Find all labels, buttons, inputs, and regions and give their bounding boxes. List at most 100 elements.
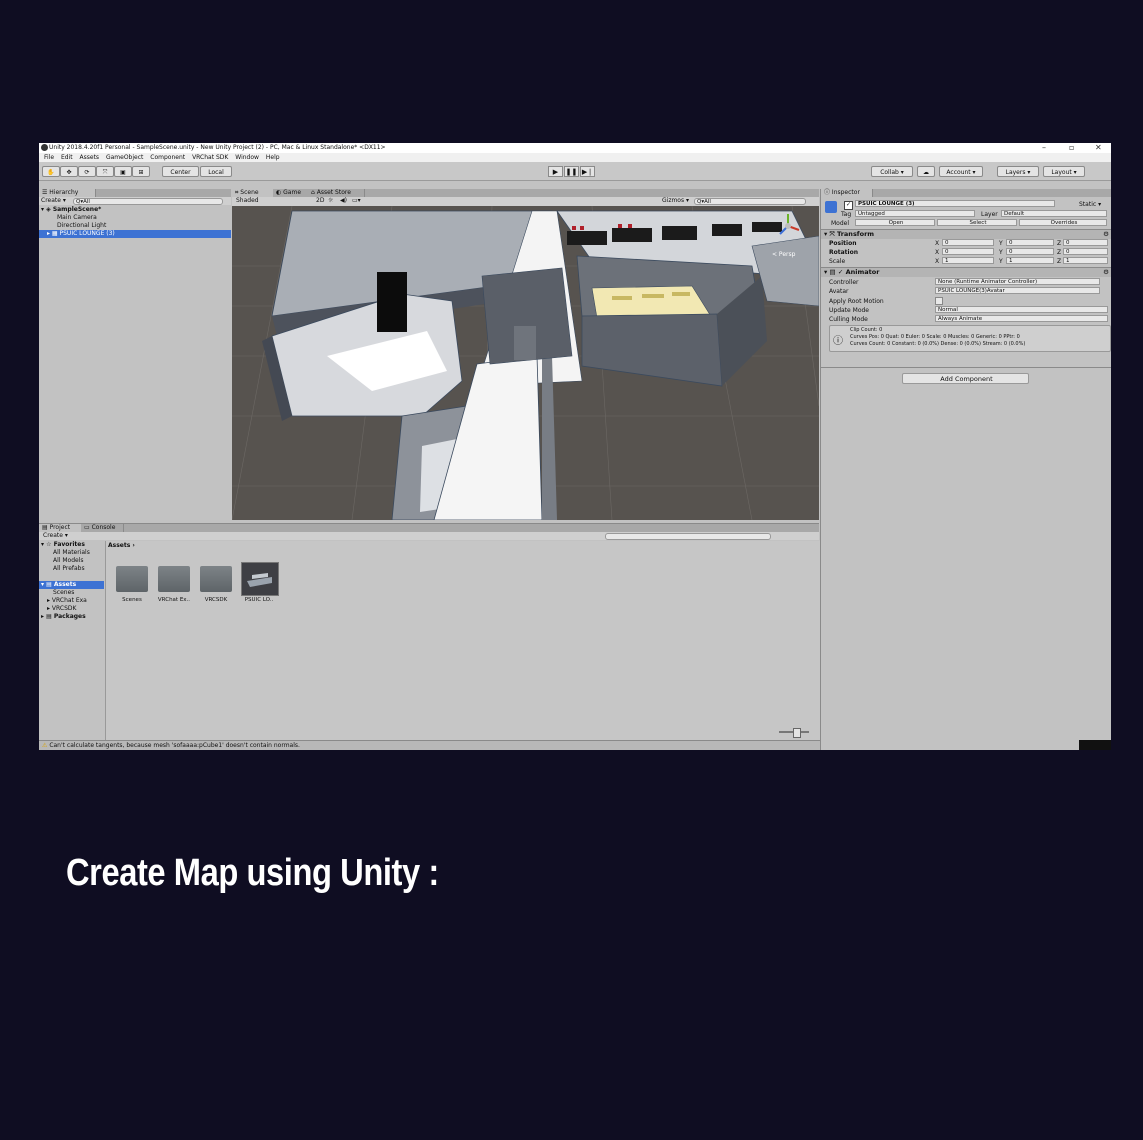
apply-root-motion-checkbox[interactable] (935, 297, 943, 305)
model-overrides-button[interactable]: Overrides (1019, 219, 1107, 226)
controller-field[interactable]: None (Runtime Animator Controller) (935, 278, 1100, 285)
hierarchy-search-input[interactable]: Q▾All (73, 198, 223, 205)
collab-button[interactable]: Collab ▾ (871, 166, 913, 177)
favorite-all-materials[interactable]: All Materials (39, 549, 104, 557)
update-mode-dropdown[interactable]: Normal (935, 306, 1108, 313)
pause-button[interactable]: ❚❚ (564, 166, 579, 177)
packages-node[interactable]: ▸ ▤ Packages (39, 613, 104, 621)
asset-folder-vrchat-examples[interactable] (158, 566, 190, 592)
tree-item-scenes[interactable]: Scenes (39, 589, 104, 597)
cloud-icon[interactable]: ☁ (917, 166, 935, 177)
close-button[interactable]: ✕ (1095, 143, 1102, 153)
tab-game[interactable]: ◐ Game (273, 189, 310, 197)
account-button[interactable]: Account ▾ (939, 166, 983, 177)
transform-header[interactable]: ▾ ⤧ Transform ⚙ (821, 229, 1111, 239)
avatar-field[interactable]: PSUIC LOUNGE(3)Avatar (935, 287, 1100, 294)
menu-vrchat-sdk[interactable]: VRChat SDK (192, 154, 228, 161)
tree-item-vrcsdk[interactable]: ▸ VRCSDK (39, 605, 104, 613)
menu-help[interactable]: Help (266, 154, 280, 161)
assets-node[interactable]: ▾ ▤ Assets (39, 581, 104, 589)
animator-header[interactable]: ▾ ▤ ✓ Animator ⚙ (821, 267, 1111, 277)
project-create-button[interactable]: Create ▾ (43, 532, 68, 540)
tab-console[interactable]: ▭ Console (81, 524, 124, 532)
animator-title: Animator (845, 268, 880, 276)
pivot-local-button[interactable]: Local (200, 166, 232, 177)
favorite-all-models[interactable]: All Models (39, 557, 104, 565)
animator-settings-icon[interactable]: ⚙ (1103, 268, 1109, 277)
transform-tool-icon[interactable]: ⊞ (132, 166, 150, 177)
scale-z-axis: Z (1057, 258, 1062, 265)
transform-settings-icon[interactable]: ⚙ (1103, 230, 1109, 239)
step-button[interactable]: ▶❘ (580, 166, 595, 177)
position-z-field[interactable]: 0 (1063, 239, 1108, 246)
asset-prefab-psuic-lounge[interactable] (241, 562, 279, 596)
object-name-field[interactable]: PSUIC LOUNGE (3) (855, 200, 1055, 207)
scale-x-field[interactable]: 1 (942, 257, 994, 264)
hierarchy-item-main-camera[interactable]: Main Camera (39, 214, 231, 222)
shading-dropdown[interactable]: Shaded (236, 197, 259, 205)
static-dropdown[interactable]: Static ▾ (1079, 201, 1101, 208)
culling-mode-dropdown[interactable]: Always Animate (935, 315, 1108, 322)
rect-tool-icon[interactable]: ▣ (114, 166, 132, 177)
mode-2d-button[interactable]: 2D (316, 197, 324, 205)
psuic-lounge-label: PSUIC LOUNGE (3) (59, 230, 115, 237)
rotation-y-field[interactable]: 0 (1006, 248, 1054, 255)
hierarchy-scene-row[interactable]: ▾ ◈ SampleScene* (39, 206, 231, 214)
add-component-button[interactable]: Add Component (902, 373, 1029, 384)
menu-bar: File Edit Assets GameObject Component VR… (39, 153, 1111, 162)
menu-edit[interactable]: Edit (61, 154, 73, 161)
scene-viewport[interactable]: < Persp (232, 206, 819, 520)
favorites-node[interactable]: ▾ ☆ Favorites (39, 541, 104, 549)
hierarchy-create-button[interactable]: Create ▾ (41, 197, 66, 205)
object-active-checkbox[interactable]: ✓ (844, 201, 853, 210)
tab-asset-store[interactable]: ⌂ Asset Store (308, 189, 365, 197)
maximize-button[interactable]: ▫ (1069, 143, 1074, 153)
hand-tool-icon[interactable]: ✋ (42, 166, 60, 177)
scale-tool-icon[interactable]: ⤧ (96, 166, 114, 177)
model-select-button[interactable]: Select (937, 219, 1017, 226)
rotate-tool-icon[interactable]: ⟳ (78, 166, 96, 177)
layers-button[interactable]: Layers ▾ (997, 166, 1039, 177)
tag-dropdown[interactable]: Untagged (855, 210, 975, 217)
hierarchy-item-directional-light[interactable]: Directional Light (39, 222, 231, 230)
play-button[interactable]: ▶ (548, 166, 563, 177)
layer-dropdown[interactable]: Default (1001, 210, 1107, 217)
move-tool-icon[interactable]: ✥ (60, 166, 78, 177)
tab-hierarchy[interactable]: ☰ Hierarchy (39, 189, 96, 197)
menu-window[interactable]: Window (235, 154, 259, 161)
asset-folder-vrcsdk[interactable] (200, 566, 232, 592)
position-y-field[interactable]: 0 (1006, 239, 1054, 246)
effects-toggle-icon[interactable]: ▭▾ (352, 197, 361, 205)
rotation-z-field[interactable]: 0 (1063, 248, 1108, 255)
scale-z-field[interactable]: 1 (1063, 257, 1108, 264)
menu-gameobject[interactable]: GameObject (106, 154, 143, 161)
menu-component[interactable]: Component (150, 154, 185, 161)
inspector-tabbar: ⓘ Inspector (821, 189, 1111, 197)
scale-y-field[interactable]: 1 (1006, 257, 1054, 264)
position-x-field[interactable]: 0 (942, 239, 994, 246)
tab-inspector[interactable]: ⓘ Inspector (821, 189, 873, 197)
tab-scene[interactable]: ⌗ Scene (232, 189, 275, 197)
scene-toolbar: Shaded 2D ☼ ◀) ▭▾ Gizmos ▾ Q▾All (232, 197, 819, 206)
model-open-button[interactable]: Open (855, 219, 935, 226)
minimize-button[interactable]: – (1042, 143, 1046, 153)
favorite-all-prefabs[interactable]: All Prefabs (39, 565, 104, 573)
lighting-toggle-icon[interactable]: ☼ (328, 197, 333, 205)
tree-item-vrchat-examples[interactable]: ▸ VRChat Exa (39, 597, 104, 605)
scene-search-input[interactable]: Q▾All (694, 198, 806, 205)
audio-toggle-icon[interactable]: ◀) (340, 197, 347, 205)
asset-folder-scenes[interactable] (116, 566, 148, 592)
menu-file[interactable]: File (44, 154, 54, 161)
zoom-slider[interactable] (779, 728, 809, 738)
project-search-input[interactable] (605, 533, 771, 540)
hierarchy-item-psuic-lounge[interactable]: ▸ ▦ PSUIC LOUNGE (3) (39, 230, 231, 238)
rotation-x-field[interactable]: 0 (942, 248, 994, 255)
assets-breadcrumb[interactable]: Assets › (108, 542, 135, 549)
layout-button[interactable]: Layout ▾ (1043, 166, 1085, 177)
persp-label[interactable]: < Persp (772, 251, 795, 258)
menu-assets[interactable]: Assets (80, 154, 100, 161)
tab-project[interactable]: ▤ Project (39, 524, 82, 532)
pivot-center-button[interactable]: Center (162, 166, 199, 177)
gizmos-dropdown[interactable]: Gizmos ▾ (662, 197, 689, 205)
zoom-slider-thumb[interactable] (793, 728, 801, 738)
